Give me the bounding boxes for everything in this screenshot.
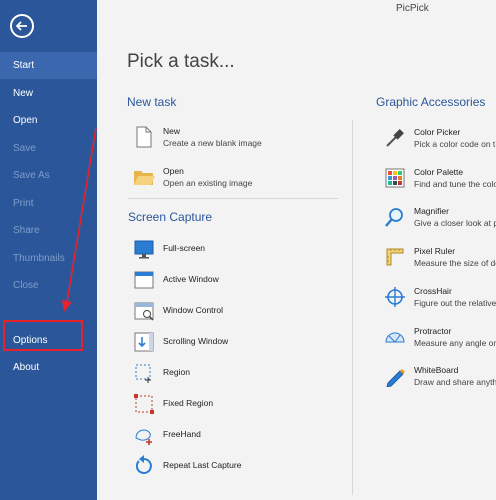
task-title: Region [163,367,190,377]
tool-desc: Draw and share anyth [414,377,496,387]
new-task-heading: New task [127,95,177,109]
app-title: PicPick [396,3,429,14]
task-title: Active Window [163,274,219,284]
active-window-icon [134,271,154,289]
column-divider [352,120,353,495]
ruler-icon [386,248,404,266]
scrolling-window-icon [134,332,154,352]
tool-desc: Give a closer look at p [414,218,496,228]
divider [128,198,338,199]
repeat-icon [135,455,152,474]
fixed-region-icon [134,394,154,414]
tool-title: Color Picker [414,127,461,137]
graphic-accessories-heading: Graphic Accessories [376,95,486,109]
tool-desc: Pick a color code on t [414,139,496,149]
eyedropper-icon [386,129,404,147]
magnifier-icon [385,208,403,227]
page-title: Pick a task... [127,51,235,72]
tool-desc: Measure any angle on [414,338,496,348]
protractor-icon [385,332,405,343]
tool-desc: Measure the size of de [414,258,496,268]
tool-title: Protractor [414,326,452,336]
tool-title: Color Palette [414,167,464,177]
palette-icon [385,168,405,188]
crosshair-icon [385,287,405,307]
pen-icon [386,369,405,387]
task-title: Open [163,166,184,176]
task-title: Window Control [163,305,223,315]
folder-icon [134,171,155,185]
tool-desc: Find and tune the colo [414,179,496,189]
screen-capture-heading: Screen Capture [128,210,213,224]
task-desc: Open an existing image [163,178,253,188]
graphic-accessories-list: Color Picker Pick a color code on t Colo… [380,120,496,390]
freehand-icon [135,429,152,445]
task-title: Fixed Region [163,398,214,408]
tool-title: Pixel Ruler [414,246,456,256]
monitor-icon [134,240,154,259]
new-file-icon [136,126,152,148]
task-title: Full-screen [163,243,206,253]
task-title: FreeHand [163,429,201,439]
tool-title: CrossHair [414,286,452,296]
region-icon [135,364,151,383]
task-title: Repeat Last Capture [163,460,242,470]
task-desc: Create a new blank image [163,138,262,148]
window-control-icon [134,302,154,321]
tool-title: WhiteBoard [414,365,459,375]
tool-title: Magnifier [414,206,449,216]
tool-desc: Figure out the relative [414,298,496,308]
task-title: New [163,126,181,136]
task-title: Scrolling Window [163,336,229,346]
